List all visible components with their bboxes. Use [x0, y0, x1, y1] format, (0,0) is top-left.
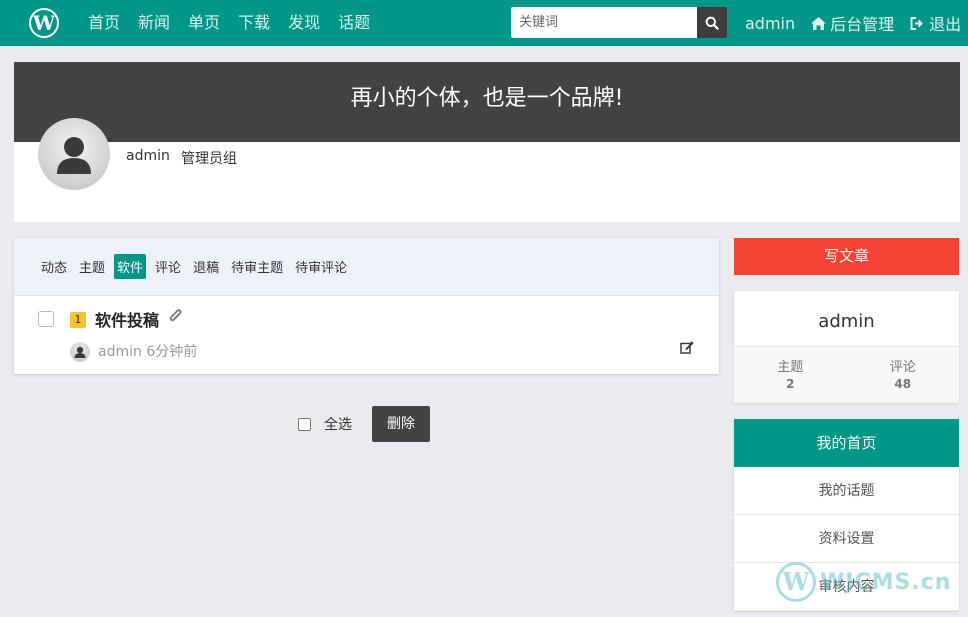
search-box — [511, 7, 727, 38]
search-button[interactable] — [697, 7, 727, 38]
tab-topics[interactable]: 主题 — [76, 254, 108, 279]
post-meta: admin 6分钟前 — [98, 341, 197, 361]
home-icon — [811, 16, 827, 30]
bulk-actions: 全选 删除 — [298, 406, 430, 442]
search-icon — [705, 16, 719, 30]
post-time: 6分钟前 — [146, 344, 198, 360]
user-stats: 主题 2 评论 48 — [734, 347, 959, 403]
content-panel: 动态 主题 软件 评论 退稿 待审主题 待审评论 1 软件投稿 admin 6分… — [14, 238, 719, 374]
user-silhouette-icon — [57, 137, 91, 174]
edit-icon[interactable] — [680, 341, 694, 354]
stat-label: 评论 — [889, 360, 916, 375]
stat-topics[interactable]: 主题 2 — [734, 347, 847, 403]
top-navbar: W 首页 新闻 单页 下载 发现 话题 admin 后台管理 — [0, 0, 968, 46]
list-item: 1 软件投稿 admin 6分钟前 — [14, 296, 719, 374]
profile-user-group: 管理员组 — [181, 151, 237, 167]
delete-button[interactable]: 删除 — [372, 406, 430, 442]
nav-link-topics[interactable]: 话题 — [338, 0, 370, 46]
menu-review-content[interactable]: 审核内容 — [734, 563, 959, 611]
site-logo[interactable]: W — [29, 8, 59, 38]
stat-value: 2 — [786, 377, 795, 391]
user-menu: 我的首页 我的话题 资料设置 审核内容 — [734, 419, 959, 611]
logout-link[interactable]: 退出 — [910, 11, 961, 35]
paperclip-icon — [169, 309, 182, 322]
tab-comments[interactable]: 评论 — [152, 254, 184, 279]
nav-link-download[interactable]: 下载 — [238, 0, 270, 46]
sign-out-icon — [910, 16, 924, 30]
post-number-badge: 1 — [70, 312, 86, 328]
user-nav: admin 后台管理 退出 — [745, 0, 961, 46]
nav-link-discover[interactable]: 发现 — [288, 0, 320, 46]
profile-slogan: 再小的个体，也是一个品牌! — [14, 62, 960, 142]
stat-value: 48 — [894, 377, 912, 391]
nav-username: admin — [745, 13, 796, 33]
nav-link-home[interactable]: 首页 — [88, 0, 120, 46]
nav-link-page[interactable]: 单页 — [188, 0, 220, 46]
tab-software[interactable]: 软件 — [114, 254, 147, 279]
logout-label: 退出 — [929, 15, 962, 34]
tab-pending-topics[interactable]: 待审主题 — [228, 254, 286, 279]
user-silhouette-icon — [74, 346, 86, 358]
menu-my-topics[interactable]: 我的话题 — [734, 467, 959, 515]
tab-rejected[interactable]: 退稿 — [190, 254, 222, 279]
avatar[interactable] — [38, 118, 110, 190]
menu-profile-settings[interactable]: 资料设置 — [734, 515, 959, 563]
admin-panel-label: 后台管理 — [830, 15, 895, 34]
tab-pending-comments[interactable]: 待审评论 — [292, 254, 350, 279]
post-author[interactable]: admin — [98, 344, 142, 360]
nav-link-news[interactable]: 新闻 — [138, 0, 170, 46]
row-checkbox[interactable] — [38, 311, 54, 327]
stat-comments[interactable]: 评论 48 — [847, 347, 960, 403]
author-avatar[interactable] — [70, 342, 90, 362]
write-article-button[interactable]: 写文章 — [734, 238, 959, 275]
user-stats-card: admin 主题 2 评论 48 — [734, 291, 959, 403]
main-nav: 首页 新闻 单页 下载 发现 话题 — [88, 0, 370, 46]
select-all-label[interactable]: 全选 — [324, 414, 352, 434]
content-tabs: 动态 主题 软件 评论 退稿 待审主题 待审评论 — [14, 238, 719, 296]
select-all-checkbox[interactable] — [298, 417, 311, 431]
profile-header: 再小的个体，也是一个品牌! admin 管理员组 — [14, 62, 960, 222]
stat-label: 主题 — [777, 360, 804, 375]
tab-activity[interactable]: 动态 — [38, 254, 70, 279]
post-title[interactable]: 软件投稿 — [95, 307, 159, 331]
menu-my-home[interactable]: 我的首页 — [734, 419, 959, 467]
nav-user-link[interactable]: admin — [745, 14, 795, 33]
profile-username[interactable]: admin — [126, 148, 170, 164]
admin-panel-link[interactable]: 后台管理 — [811, 11, 894, 35]
search-input[interactable] — [511, 7, 697, 38]
sidebar-username: admin — [734, 291, 959, 347]
